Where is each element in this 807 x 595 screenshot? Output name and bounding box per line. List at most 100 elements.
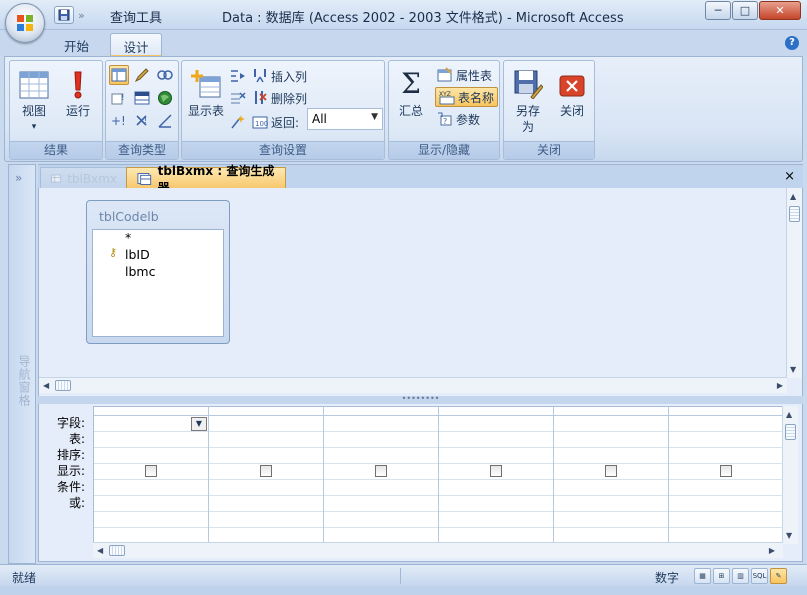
row-label-or: 或: <box>68 496 85 510</box>
grid-column-4[interactable] <box>439 407 554 543</box>
data-definition-query-button[interactable] <box>155 111 175 131</box>
nav-pane-label: 导航窗格 <box>17 355 31 407</box>
pivottable-view-icon[interactable]: ⊞ <box>713 568 730 584</box>
group-query-type: ! +! ! 查询类型 <box>105 60 179 160</box>
save-button[interactable] <box>54 6 74 24</box>
grid-column-2[interactable] <box>209 407 324 543</box>
exclamation-icon <box>74 71 82 99</box>
close-object-button[interactable]: 关闭 <box>552 65 592 119</box>
field-item-all[interactable]: * <box>125 230 131 245</box>
tab-home[interactable]: 开始 <box>54 33 99 56</box>
show-checkbox[interactable] <box>375 465 387 477</box>
design-view-icon[interactable]: ✎ <box>770 568 787 584</box>
close-document-icon[interactable]: × <box>784 169 795 184</box>
union-query-button[interactable]: +! <box>109 111 129 131</box>
grid-column-5[interactable] <box>554 407 669 543</box>
save-icon <box>58 9 70 21</box>
save-as-button[interactable]: 另存为 <box>508 65 548 135</box>
maximize-button[interactable]: □ <box>732 1 758 20</box>
field-item-lbid[interactable]: lbID <box>125 247 150 262</box>
scroll-thumb[interactable] <box>785 424 796 440</box>
office-button[interactable] <box>5 3 45 43</box>
totals-button[interactable]: Σ 汇总 <box>393 65 429 119</box>
return-button[interactable]: 100 返回: <box>252 112 299 132</box>
insert-column-button[interactable]: 插入列 <box>252 66 307 86</box>
field-list-window[interactable]: tblCodelb * ⚷ lbID lbmc <box>86 200 230 344</box>
show-checkbox[interactable] <box>490 465 502 477</box>
pass-through-query-button[interactable] <box>155 88 175 108</box>
qat-customize-icon[interactable]: » <box>78 9 85 22</box>
crosstab-query-button[interactable] <box>132 88 152 108</box>
return-value: All <box>312 112 327 126</box>
group-query-type-label: 查询类型 <box>106 141 178 159</box>
grid-column-6[interactable] <box>669 407 784 543</box>
view-dropdown-arrow-icon[interactable]: ▾ <box>14 119 54 135</box>
help-icon[interactable]: ? <box>785 36 799 50</box>
view-button[interactable]: 视图 ▾ <box>14 65 54 135</box>
insert-rows-button[interactable] <box>230 66 246 86</box>
scroll-up-icon[interactable]: ▲ <box>786 410 792 419</box>
append-query-button[interactable] <box>155 65 175 85</box>
show-checkbox[interactable] <box>605 465 617 477</box>
parameters-button[interactable]: ? 参数 <box>437 109 480 129</box>
doc-tab-table[interactable]: tblBxmx <box>40 167 128 189</box>
delete-rows-button[interactable] <box>230 88 246 108</box>
scroll-left-icon[interactable]: ◀ <box>97 546 103 555</box>
design-horizontal-scrollbar[interactable]: ◀ ▶ <box>39 377 787 393</box>
show-checkbox[interactable] <box>145 465 157 477</box>
pivotchart-view-icon[interactable]: ▥ <box>732 568 749 584</box>
query-design-pane[interactable]: tblCodelb * ⚷ lbID lbmc ▲ ▼ ◀ ▶ <box>38 188 803 396</box>
field-item-lbmc[interactable]: lbmc <box>125 264 155 279</box>
scroll-thumb[interactable] <box>109 545 125 556</box>
scroll-down-icon[interactable]: ▼ <box>790 365 796 374</box>
delete-query-button[interactable]: ! <box>132 111 152 131</box>
table-names-button[interactable]: XYZ 表名称 <box>435 87 499 107</box>
scroll-right-icon[interactable]: ▶ <box>769 546 775 555</box>
show-table-button[interactable]: 显示表 <box>186 65 226 119</box>
table-names-icon: XYZ <box>439 91 455 105</box>
delete-column-button[interactable]: 删除列 <box>252 88 307 108</box>
field-dropdown-arrow-icon[interactable]: ▼ <box>191 417 207 431</box>
view-icon <box>19 71 49 99</box>
show-checkbox[interactable] <box>260 465 272 477</box>
grid-column-3[interactable] <box>324 407 439 543</box>
run-button[interactable]: 运行 <box>58 65 98 119</box>
svg-text:!: ! <box>144 116 147 125</box>
sql-view-icon[interactable]: SQL <box>751 568 768 584</box>
group-close: 另存为 关闭 关闭 <box>503 60 595 160</box>
doc-tab-query-builder[interactable]: tblBxmx : 查询生成器 <box>126 164 286 195</box>
builder-button[interactable] <box>230 112 246 132</box>
scroll-left-icon[interactable]: ◀ <box>43 381 49 390</box>
scroll-thumb[interactable] <box>55 380 71 391</box>
scroll-up-icon[interactable]: ▲ <box>790 192 796 201</box>
grid-vertical-scrollbar[interactable]: ▲ ▼ <box>782 406 798 544</box>
row-label-sort: 排序: <box>56 448 85 462</box>
show-table-icon <box>191 70 221 98</box>
return-value-select[interactable]: All ▼ <box>307 108 383 130</box>
group-show-hide-label: 显示/隐藏 <box>389 141 499 159</box>
design-vertical-scrollbar[interactable]: ▲ ▼ <box>786 188 802 378</box>
grid-horizontal-scrollbar[interactable]: ◀ ▶ <box>93 542 783 558</box>
nav-pane-toggle-icon[interactable]: » <box>15 171 22 185</box>
datasheet-view-icon[interactable]: ▦ <box>694 568 711 584</box>
show-checkbox[interactable] <box>720 465 732 477</box>
scroll-right-icon[interactable]: ▶ <box>777 381 783 390</box>
property-sheet-button[interactable]: 属性表 <box>437 65 492 85</box>
close-icon <box>559 75 585 97</box>
row-label-table: 表: <box>68 432 85 446</box>
field-list[interactable]: * ⚷ lbID lbmc <box>92 229 224 337</box>
update-query-button[interactable]: ! <box>109 88 129 108</box>
tab-design[interactable]: 设计 <box>110 33 162 56</box>
scroll-thumb[interactable] <box>789 206 800 222</box>
close-window-button[interactable]: ✕ <box>759 1 801 20</box>
row-label-criteria: 条件: <box>56 480 85 494</box>
select-query-button[interactable] <box>109 65 129 85</box>
minimize-button[interactable]: ─ <box>705 1 731 20</box>
pane-splitter[interactable]: •••••••• <box>38 395 803 404</box>
make-table-query-button[interactable] <box>132 65 152 85</box>
num-lock-indicator: 数字 <box>655 571 680 585</box>
grid-column-1[interactable]: ▼ <box>94 407 209 543</box>
scroll-down-icon[interactable]: ▼ <box>786 531 792 540</box>
qbe-grid[interactable]: ▼ <box>93 406 783 544</box>
navigation-pane[interactable]: » 导航窗格 <box>8 164 36 564</box>
